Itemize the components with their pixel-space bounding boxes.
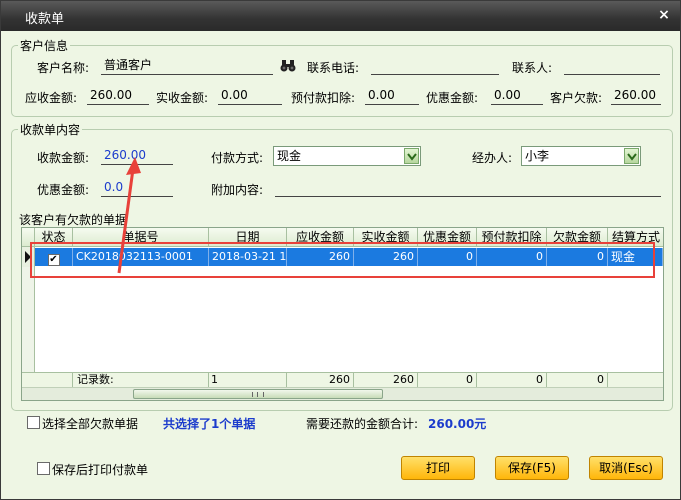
owed-label: 客户欠款:	[550, 91, 603, 105]
owed-field: 260.00	[611, 87, 661, 105]
select-all-checkbox[interactable]	[27, 416, 40, 429]
prepaid-label: 预付款扣除:	[291, 91, 356, 105]
received-label: 实收金额:	[156, 91, 209, 105]
chevron-down-icon[interactable]	[404, 148, 419, 164]
footer-owed: 0	[547, 373, 608, 388]
annotation-arrow	[117, 157, 141, 274]
handler-label: 经办人:	[472, 151, 513, 165]
received-field: 0.00	[218, 87, 282, 105]
receipt-content-legend: 收款单内容	[18, 121, 83, 138]
grip-icon	[252, 392, 264, 397]
extra-field[interactable]	[275, 179, 661, 197]
chevron-down-icon[interactable]	[624, 148, 639, 164]
cancel-button[interactable]: 取消(Esc)	[589, 456, 663, 480]
close-icon[interactable]: ×	[656, 7, 672, 23]
receivable-label: 应收金额:	[25, 91, 78, 105]
extra-label: 附加内容:	[211, 183, 264, 197]
footer-count: 1	[209, 373, 287, 388]
footer-discount: 0	[418, 373, 477, 388]
customer-name-field[interactable]: 普通客户	[101, 57, 273, 75]
print-button[interactable]: 打印	[401, 456, 475, 480]
contact-label: 联系人:	[512, 61, 553, 75]
scrollbar-thumb[interactable]	[133, 389, 383, 399]
print-after-save-checkbox[interactable]	[37, 462, 50, 475]
receipt-dialog: 收款单 × 客户信息 客户名称: 普通客户 联系电话: 联系人: 应收金额: 2…	[0, 0, 681, 500]
footer-spacer	[22, 373, 73, 388]
footer-prepaid: 0	[477, 373, 547, 388]
contact-field[interactable]	[564, 57, 660, 75]
footer-receivable: 260	[287, 373, 354, 388]
total-label: 需要还款的金额合计:	[306, 417, 419, 431]
discount-label: 优惠金额:	[426, 91, 479, 105]
phone-field[interactable]	[371, 57, 499, 75]
paymethod-label: 付款方式:	[211, 151, 264, 165]
window-title: 收款单	[25, 12, 65, 27]
print-after-save-label[interactable]: 保存后打印付款单	[52, 461, 148, 478]
footer-label: 记录数:	[73, 373, 209, 388]
footer-received: 260	[354, 373, 418, 388]
title-bar: 收款单 ×	[1, 1, 680, 31]
handler-select[interactable]: 小李	[521, 146, 641, 166]
save-button[interactable]: 保存(F5)	[495, 456, 569, 480]
receivable-field: 260.00	[87, 87, 149, 105]
discount-field: 0.00	[491, 87, 543, 105]
binoculars-icon[interactable]	[280, 59, 296, 73]
customer-info-legend: 客户信息	[18, 37, 71, 54]
prepaid-field: 0.00	[365, 87, 419, 105]
customer-name-label: 客户名称:	[37, 61, 90, 75]
amount-label: 收款金额:	[37, 151, 90, 165]
paymethod-select[interactable]: 现金	[273, 146, 421, 166]
select-all-label[interactable]: 选择全部欠款单据	[42, 415, 138, 432]
phone-label: 联系电话:	[307, 61, 360, 75]
horizontal-scrollbar[interactable]	[22, 387, 663, 400]
table-footer: 记录数: 1 260 260 0 0 0	[22, 372, 663, 388]
handler-value: 小李	[525, 149, 550, 163]
selected-summary: 共选择了1个单据	[163, 417, 256, 431]
customer-info-group: 客户信息	[11, 37, 673, 117]
receipt-discount-label: 优惠金额:	[37, 183, 90, 197]
total-value: 260.00元	[428, 417, 487, 431]
paymethod-value: 现金	[277, 149, 302, 163]
